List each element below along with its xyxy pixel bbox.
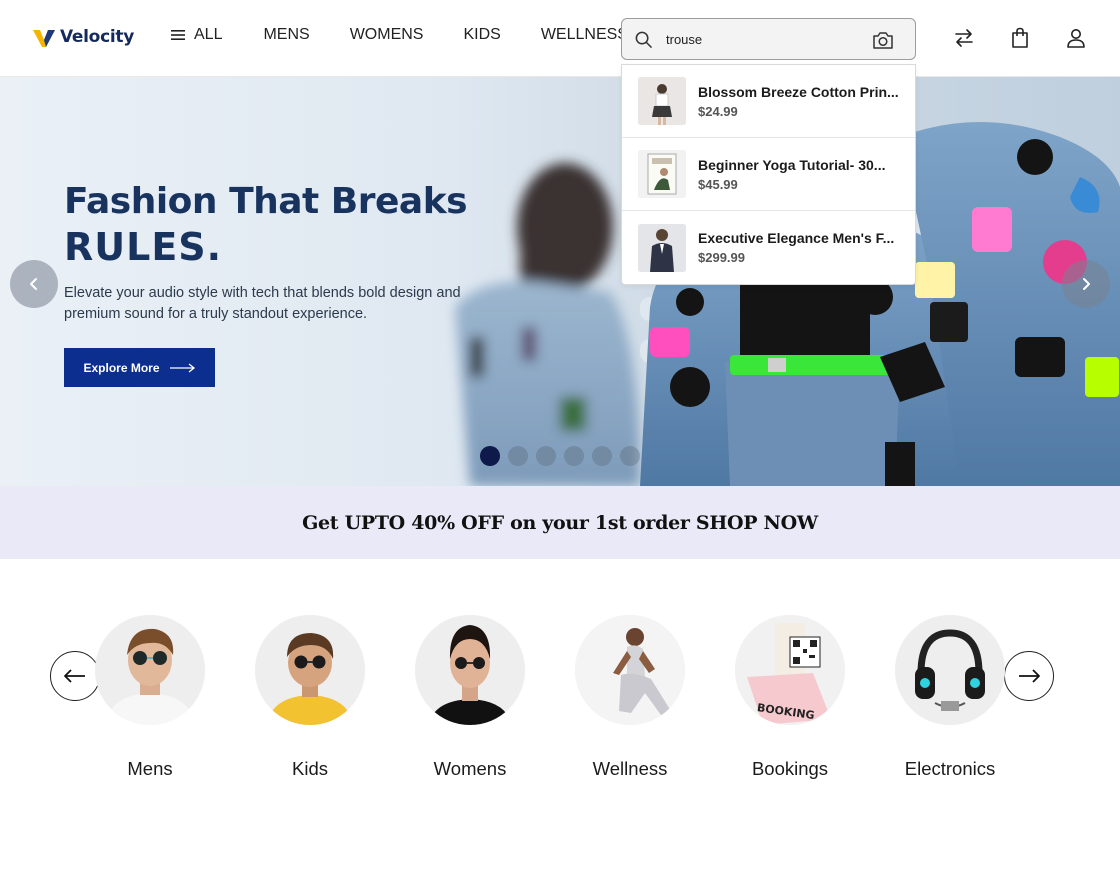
user-account-icon[interactable] [1064,26,1088,50]
category-label: Kids [292,758,328,779]
hamburger-menu-icon [171,30,185,40]
product-thumbnail [638,223,686,272]
product-thumbnail [638,150,686,198]
product-name: Blossom Breeze Cotton Prin... [698,83,899,100]
product-price: $299.99 [698,250,745,265]
shopping-bag-icon[interactable] [1008,26,1032,50]
carousel-dot[interactable] [620,446,640,466]
hero-prev-button[interactable] [10,260,58,308]
search-result-item[interactable]: Beginner Yoga Tutorial- 30... $45.99 [622,138,915,211]
category-kids[interactable]: Kids [235,615,385,780]
category-electronics[interactable]: Electronics [875,615,1025,780]
category-image [95,615,205,725]
category-label: Wellness [592,758,668,779]
nav-item-mens[interactable]: MENS [263,26,309,44]
category-image [895,615,1005,725]
nav-item-kids[interactable]: KIDS [463,26,500,44]
brand-logo[interactable]: Velocity [32,26,134,48]
brand-name: Velocity [60,27,134,47]
carousel-dot[interactable] [536,446,556,466]
carousel-dot[interactable] [564,446,584,466]
category-image [255,615,365,725]
category-wellness[interactable]: Wellness [555,615,705,780]
explore-more-button[interactable]: Explore More [64,348,215,387]
category-label: Electronics [904,758,996,779]
nav-label: ALL [194,26,223,43]
camera-search-icon[interactable] [872,30,894,50]
nav-item-womens[interactable]: WOMENS [350,26,424,44]
category-image [575,615,685,725]
search-suggestions: Blossom Breeze Cotton Prin... $24.99 Beg… [621,64,916,285]
hero-model-image [455,122,1120,486]
category-image [415,615,525,725]
category-label: Mens [127,758,173,779]
hero-title: Fashion That Breaks [64,181,468,222]
promo-banner[interactable]: Get UPTO 40% OFF on your 1st order SHOP … [0,486,1120,559]
carousel-dots [480,446,640,466]
nav-item-all[interactable]: ALL [170,26,222,44]
search-icon[interactable] [634,30,653,49]
search-input[interactable] [666,28,846,50]
product-thumbnail [638,77,686,125]
compare-icon[interactable] [952,26,976,50]
explore-more-label: Explore More [83,360,160,375]
category-mens[interactable]: Mens [75,615,225,780]
category-image: BOOKING [735,615,845,725]
main-nav: ALL MENS WOMENS KIDS WELLNESS [170,26,668,44]
velocity-logo-icon [33,30,55,47]
promo-text: Get UPTO 40% OFF on your 1st order SHOP … [302,511,818,534]
category-label: Bookings [751,758,829,779]
category-bookings[interactable]: BOOKING Bookings [715,615,865,780]
chevron-right-icon [1083,278,1090,290]
carousel-dot[interactable] [508,446,528,466]
hero-next-button[interactable] [1062,260,1110,308]
carousel-dot[interactable] [592,446,612,466]
nav-item-wellness[interactable]: WELLNESS [541,26,628,44]
carousel-dot[interactable] [480,446,500,466]
arrow-right-icon [169,362,195,373]
search-bar[interactable] [621,18,916,60]
hero-banner: Fashion That Breaks RULES. Elevate your … [0,77,1120,486]
product-name: Beginner Yoga Tutorial- 30... [698,156,886,173]
product-price: $24.99 [698,103,738,119]
search-result-item[interactable]: Executive Elegance Men's F... $299.99 [622,211,915,284]
product-price: $45.99 [698,176,738,192]
chevron-left-icon [30,278,37,290]
category-womens[interactable]: Womens [395,615,545,780]
product-name: Executive Elegance Men's F... [698,230,895,246]
hero-title-emphasis: RULES. [64,225,223,269]
hero-subtitle: Elevate your audio style with tech that … [64,285,461,322]
category-label: Womens [433,758,507,779]
site-header: Velocity ALL MENS WOMENS KIDS WELLNESS [0,0,1120,77]
search-result-item[interactable]: Blossom Breeze Cotton Prin... $24.99 [622,65,915,138]
